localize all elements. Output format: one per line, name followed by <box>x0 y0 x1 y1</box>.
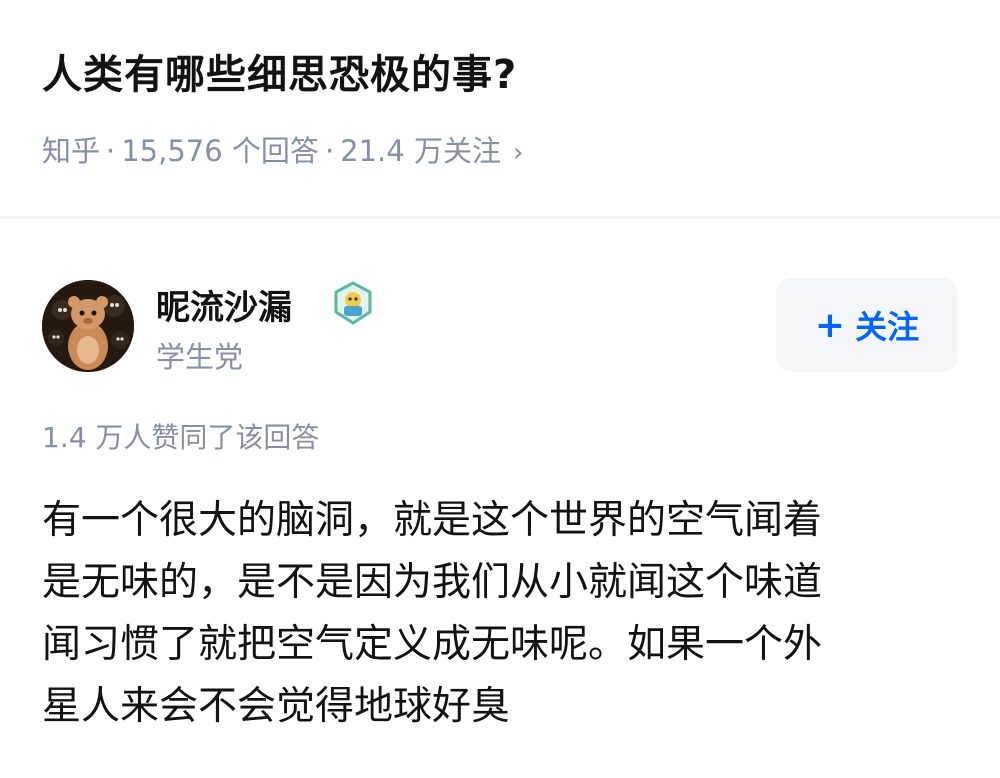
vote-summary: 1.4 万人赞同了该回答 <box>42 421 320 454</box>
question-header: 人类有哪些细思恐极的事? 知乎 · 15,576 个回答 · 21.4 万关注 › <box>0 0 1000 218</box>
verified-badge-icon <box>330 280 376 326</box>
chevron-right-icon: › <box>512 138 524 168</box>
answer-content[interactable]: 有一个很大的脑洞，就是这个世界的空气闻着 是无味的，是不是因为我们从小就闻这个味… <box>42 490 962 738</box>
author-name[interactable]: 昵流沙漏 <box>156 280 292 329</box>
section-divider <box>0 216 1000 219</box>
question-title[interactable]: 人类有哪些细思恐极的事? <box>42 42 517 100</box>
avatar-image <box>42 280 134 372</box>
source-label: 知乎 <box>42 134 101 168</box>
answer-line: 闻习惯了就把空气定义成无味呢。如果一个外 <box>42 622 823 667</box>
question-meta[interactable]: 知乎 · 15,576 个回答 · 21.4 万关注 › <box>42 128 523 170</box>
answer-line: 星人来会不会觉得地球好臭 <box>42 684 511 729</box>
follower-count: 21.4 万关注 <box>340 134 501 168</box>
avatar[interactable] <box>42 280 134 372</box>
answer-line: 是无味的，是不是因为我们从小就闻这个味道 <box>42 560 823 605</box>
answer-count: 15,576 个回答 <box>121 134 319 168</box>
author-bio: 学生党 <box>156 340 244 374</box>
follow-button[interactable]: + 关注 <box>776 278 958 372</box>
plus-icon: + <box>814 304 846 346</box>
meta-separator: · <box>106 134 116 168</box>
follow-button-label: 关注 <box>855 308 920 346</box>
meta-separator: · <box>324 134 335 168</box>
answer-line: 有一个很大的脑洞，就是这个世界的空气闻着 <box>42 498 823 543</box>
